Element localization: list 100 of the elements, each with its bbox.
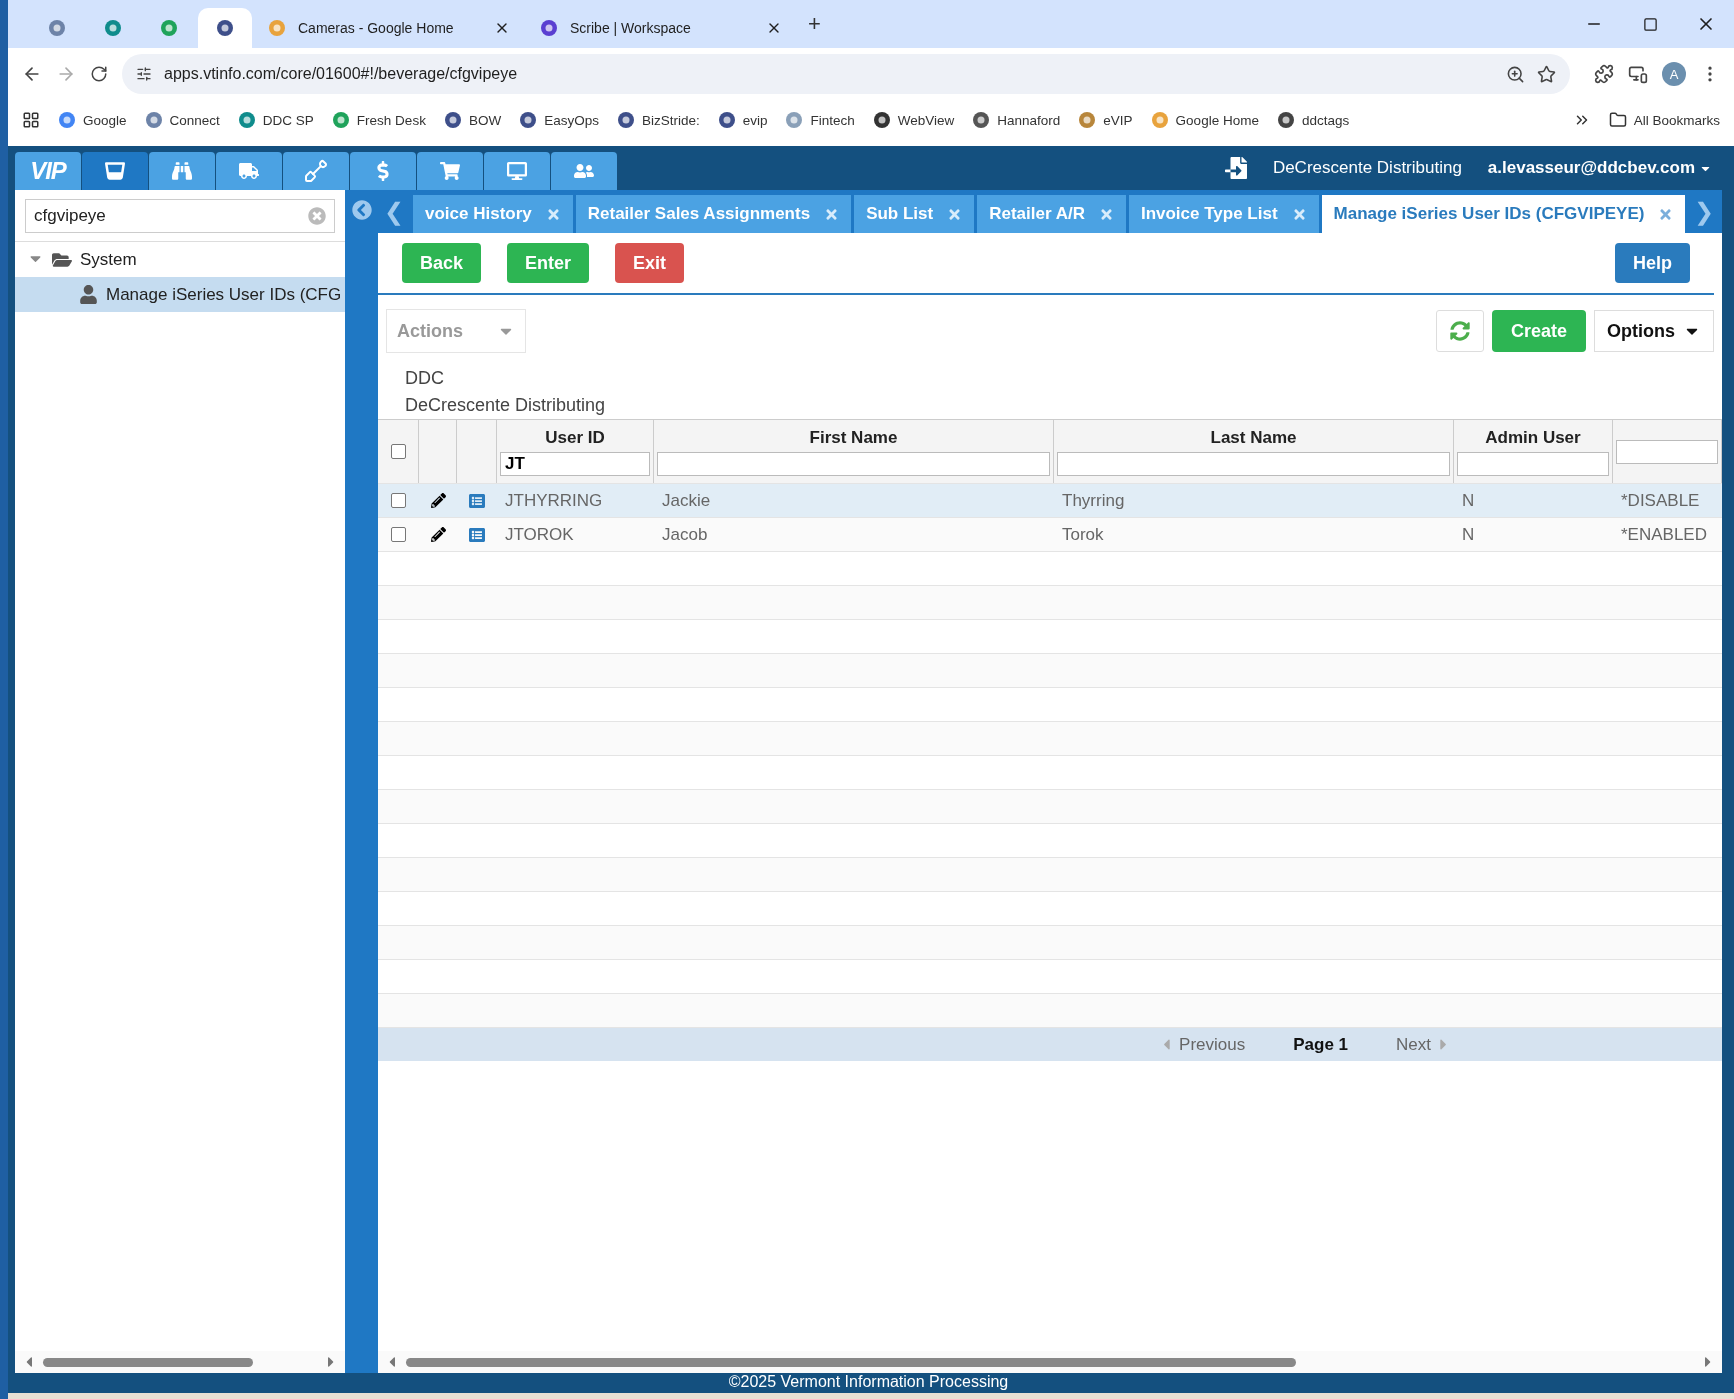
table-cell-text: N [1461,523,1476,546]
table-cell-text: Jackie [661,489,712,512]
site-icon [331,111,350,129]
action-button[interactable]: Exit [615,243,685,283]
site-icon [48,19,66,37]
collapse-icon[interactable] [351,200,372,220]
shovel-icon [304,159,328,183]
new-tab-button[interactable]: + [808,11,821,37]
checkbox[interactable] [390,444,406,459]
site-icon [972,111,991,129]
tree-item[interactable]: Manage iSeries User IDs (CFG [15,277,345,312]
reload-icon[interactable] [90,65,108,83]
bookmark[interactable]: Google [58,111,127,129]
horizontal-scrollbar[interactable] [15,1351,345,1373]
column-header[interactable]: User ID [545,427,605,448]
monitor-icon [507,161,527,181]
next-link[interactable]: Next [1396,1034,1452,1055]
bookmark[interactable]: BizStride: [616,111,700,129]
bookmark[interactable]: DDC SP [237,111,314,129]
table-cell-text: JTHYRRING [504,489,604,512]
table-row[interactable]: JTOROK Jacob Torok N *ENABLED [378,518,1722,552]
help-button[interactable]: Help [1615,243,1690,283]
nav-tab[interactable] [484,152,550,190]
column-header[interactable]: First Name [809,427,898,448]
nav-tab[interactable] [149,152,215,190]
refresh-icon [1450,321,1470,341]
browser-tab[interactable]: Cameras - Google Home [254,8,524,48]
search-field[interactable]: cfgvipeye [25,199,335,233]
bookmark[interactable]: ddctags [1276,111,1350,129]
binoculars-icon [172,161,192,181]
filter-field[interactable] [1616,439,1718,464]
page-number: Page 1 [1293,1034,1349,1055]
pencil-icon[interactable] [430,527,446,542]
site-icon [785,111,804,129]
site-icon [216,19,234,37]
user-menu[interactable]: a.levasseur@ddcbev.com [1487,158,1712,178]
copyright: ©2025 Vermont Information Processing [728,1373,1009,1392]
filter-field[interactable]: JT [500,451,650,476]
bookmark[interactable]: evip [717,111,768,129]
table-cell-text: *ENABLED [1620,523,1708,546]
site-icon [443,111,462,129]
table-cell-text: JTOROK [504,523,575,546]
company-name: DeCrescente Distributing [1272,158,1462,178]
site-icon [1078,111,1097,129]
bookmark[interactable]: BOW [443,111,502,129]
options-dropdown[interactable]: Options [1594,310,1714,352]
bookmark[interactable]: Google Home [1150,111,1259,129]
nav-tab[interactable] [283,152,349,190]
extensions-icon[interactable] [1594,64,1614,84]
nav-tab[interactable] [551,152,617,190]
pencil-icon[interactable] [430,493,446,508]
site-icon [872,111,891,129]
column-header[interactable]: Last Name [1210,427,1297,448]
apps-icon[interactable] [22,111,40,129]
nav-tab[interactable] [417,152,483,190]
site-settings-icon[interactable] [136,66,152,82]
table-cell-text: Thyrring [1061,489,1126,512]
table-cell-text: Jacob [661,523,709,546]
previous-link[interactable]: Previous [1158,1034,1246,1055]
browser-tab[interactable]: Scribe | Workspace [526,8,796,48]
site-icon [540,19,558,37]
nav-tab[interactable] [350,152,416,190]
cast-icon[interactable] [1628,64,1648,84]
bookmark[interactable]: Hannaford [972,111,1061,129]
table-row[interactable]: JTHYRRING Jackie Thyrring N *DISABLE [378,484,1722,518]
filter-field[interactable] [657,451,1050,476]
filter-field[interactable] [1457,451,1609,476]
bookmark[interactable]: EasyOps [519,111,599,129]
browser-tab[interactable] [198,8,252,48]
bookmark[interactable]: WebView [872,111,955,129]
document-icon[interactable] [1224,157,1247,179]
star-icon[interactable] [1537,64,1556,84]
nav-tab[interactable] [82,152,148,190]
page-tab[interactable]: Manage iSeries User IDs (CFGVIPEYE) [1321,195,1686,233]
list-icon[interactable] [469,526,485,543]
cart-icon [440,161,460,181]
checkbox[interactable] [391,527,406,542]
filter-field[interactable] [1057,451,1450,476]
company-code: DDC [405,367,445,390]
list-icon[interactable] [469,492,485,509]
site-icon [717,111,736,129]
zoom-icon[interactable] [1506,64,1525,84]
bookmark[interactable]: eVIP [1078,111,1133,129]
bookmark[interactable]: Fintech [785,111,855,129]
all-bookmarks[interactable]: All Bookmarks [1608,111,1720,129]
site-icon [160,19,178,37]
site-icon [519,111,538,129]
address-bar[interactable]: apps.vtinfo.com/core/01600#!/beverage/cfgvipeye [122,54,1570,94]
nav-tab[interactable] [216,152,282,190]
table-cell-text: Torok [1061,523,1105,546]
site-icon [58,111,76,129]
checkbox[interactable] [391,493,406,508]
folder-icon [1608,111,1627,129]
refresh-button[interactable] [1436,310,1484,352]
table-cell-text: *DISABLE [1620,489,1701,512]
horizontal-scrollbar[interactable] [378,1351,1722,1373]
site-icon [1150,111,1169,129]
bookmark[interactable]: Connect [144,111,220,129]
bookmark[interactable]: Fresh Desk [331,111,426,129]
maximize-icon[interactable] [1642,16,1658,32]
